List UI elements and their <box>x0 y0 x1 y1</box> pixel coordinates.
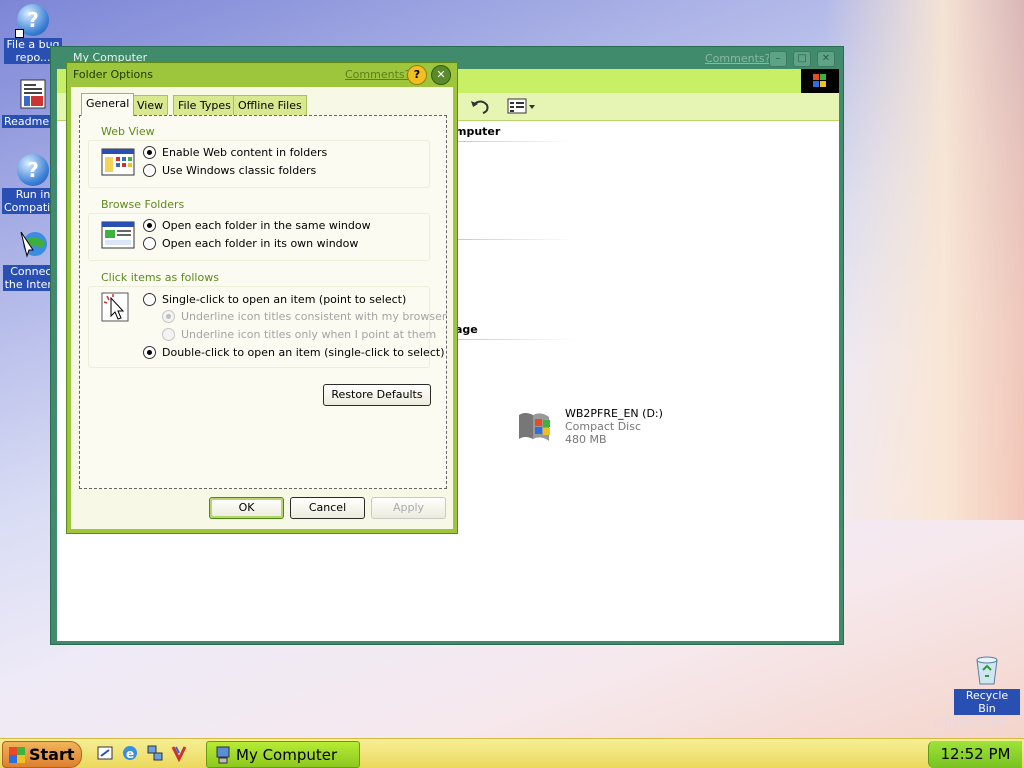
radio-label: Open each folder in its own window <box>162 237 359 250</box>
section-divider <box>455 141 575 142</box>
taskbar-item-my-computer[interactable]: My Computer <box>206 741 360 768</box>
close-button[interactable]: ✕ <box>431 65 451 85</box>
radio-button[interactable] <box>143 146 156 159</box>
restore-defaults-button[interactable]: Restore Defaults <box>323 384 431 406</box>
radio-classic-folders[interactable]: Use Windows classic folders <box>143 164 316 177</box>
desktop-icon-label: Recycle Bin <box>954 689 1020 715</box>
media-player-icon[interactable] <box>170 744 188 762</box>
click-pointer-icon <box>101 292 129 322</box>
dialog-body: General View File Types Offline Files We… <box>71 87 453 529</box>
tab-offline-files[interactable]: Offline Files <box>233 95 307 115</box>
build-watermark: 0.0113-1154 <box>934 715 1005 728</box>
comments-link[interactable]: Comments? <box>705 52 770 65</box>
drive-size: 480 MB <box>565 433 607 446</box>
close-button[interactable]: ✕ <box>817 51 835 67</box>
radio-single-click[interactable]: Single-click to open an item (point to s… <box>143 293 406 306</box>
computer-icon <box>216 746 230 763</box>
radio-same-window[interactable]: Open each folder in the same window <box>143 219 371 232</box>
radio-label: Open each folder in the same window <box>162 219 371 232</box>
section-divider <box>455 339 575 340</box>
clock[interactable]: 12:52 PM <box>928 741 1022 768</box>
radio-label: Use Windows classic folders <box>162 164 317 177</box>
radio-button[interactable] <box>143 346 156 359</box>
tab-general[interactable]: General <box>81 93 135 116</box>
taskbar-item-label: My Computer <box>236 745 338 764</box>
recycle-bin-icon <box>976 656 998 685</box>
radio-label: Double-click to open an item (single-cli… <box>162 346 445 359</box>
cancel-button[interactable]: Cancel <box>290 497 365 519</box>
cd-drive-icon[interactable] <box>515 407 559 447</box>
dialog-title: Folder Options <box>73 68 153 81</box>
taskbar: Start e My Computer 12:52 PM <box>0 738 1024 768</box>
minimize-button[interactable]: – <box>769 51 787 67</box>
section-heading: mputer <box>455 125 501 138</box>
wallpaper-glow <box>824 0 1024 520</box>
help-icon: ? ↗ <box>15 4 49 38</box>
radio-underline-browser[interactable]: Underline icon titles consistent with my… <box>162 310 446 323</box>
group-title-browse-folders: Browse Folders <box>101 198 185 211</box>
network-icon[interactable] <box>146 744 164 762</box>
internet-connection-icon <box>20 231 47 258</box>
document-icon <box>20 79 46 109</box>
radio-button[interactable] <box>143 293 156 306</box>
group-title-click-items: Click items as follows <box>101 271 219 284</box>
internet-explorer-icon[interactable]: e <box>121 744 139 762</box>
maximize-button[interactable]: □ <box>793 51 811 67</box>
shortcut-arrow-icon: ↗ <box>15 29 24 38</box>
tab-view[interactable]: View <box>132 95 169 115</box>
apply-button[interactable]: Apply <box>371 497 446 519</box>
section-divider <box>455 239 575 240</box>
radio-underline-point[interactable]: Underline icon titles only when I point … <box>162 328 436 341</box>
undo-icon[interactable] <box>469 99 491 115</box>
radio-double-click[interactable]: Double-click to open an item (single-cli… <box>143 346 444 359</box>
radio-enable-web-content[interactable]: Enable Web content in folders <box>143 146 327 159</box>
start-button[interactable]: Start <box>2 741 82 768</box>
ok-button[interactable]: OK <box>209 497 284 519</box>
help-button[interactable]: ? <box>407 65 427 85</box>
show-desktop-icon[interactable] <box>96 744 114 762</box>
radio-button[interactable] <box>143 164 156 177</box>
radio-button[interactable] <box>143 219 156 232</box>
radio-label: Enable Web content in folders <box>162 146 328 159</box>
start-label: Start <box>29 745 75 764</box>
radio-button[interactable] <box>162 310 175 323</box>
web-view-folder-icon <box>101 148 135 176</box>
desktop-icon-recycle-bin[interactable]: Recycle Bin <box>954 654 1020 715</box>
help-icon: ? <box>17 154 49 186</box>
radio-label: Underline icon titles consistent with my… <box>181 310 447 323</box>
views-icon[interactable] <box>507 98 537 116</box>
windows-flag-icon <box>9 746 25 763</box>
radio-button[interactable] <box>162 328 175 341</box>
drive-type: Compact Disc <box>565 420 642 433</box>
radio-own-window[interactable]: Open each folder in its own window <box>143 237 358 250</box>
svg-text:e: e <box>126 747 134 761</box>
general-tab-panel: Web View Enable Web content in folders U… <box>79 115 447 489</box>
drive-name[interactable]: WB2PFRE_EN (D:) <box>565 407 663 420</box>
section-heading: age <box>455 323 478 336</box>
tab-file-types[interactable]: File Types <box>173 95 236 115</box>
group-title-web-view: Web View <box>101 125 155 138</box>
folder-options-dialog[interactable]: Folder Options Comments? ? ✕ General Vie… <box>66 62 458 534</box>
radio-label: Underline icon titles only when I point … <box>181 328 437 341</box>
browse-folders-icon <box>101 221 135 249</box>
radio-button[interactable] <box>143 237 156 250</box>
windows-logo-icon <box>801 69 839 93</box>
radio-label: Single-click to open an item (point to s… <box>162 293 407 306</box>
comments-link[interactable]: Comments? <box>345 68 410 81</box>
